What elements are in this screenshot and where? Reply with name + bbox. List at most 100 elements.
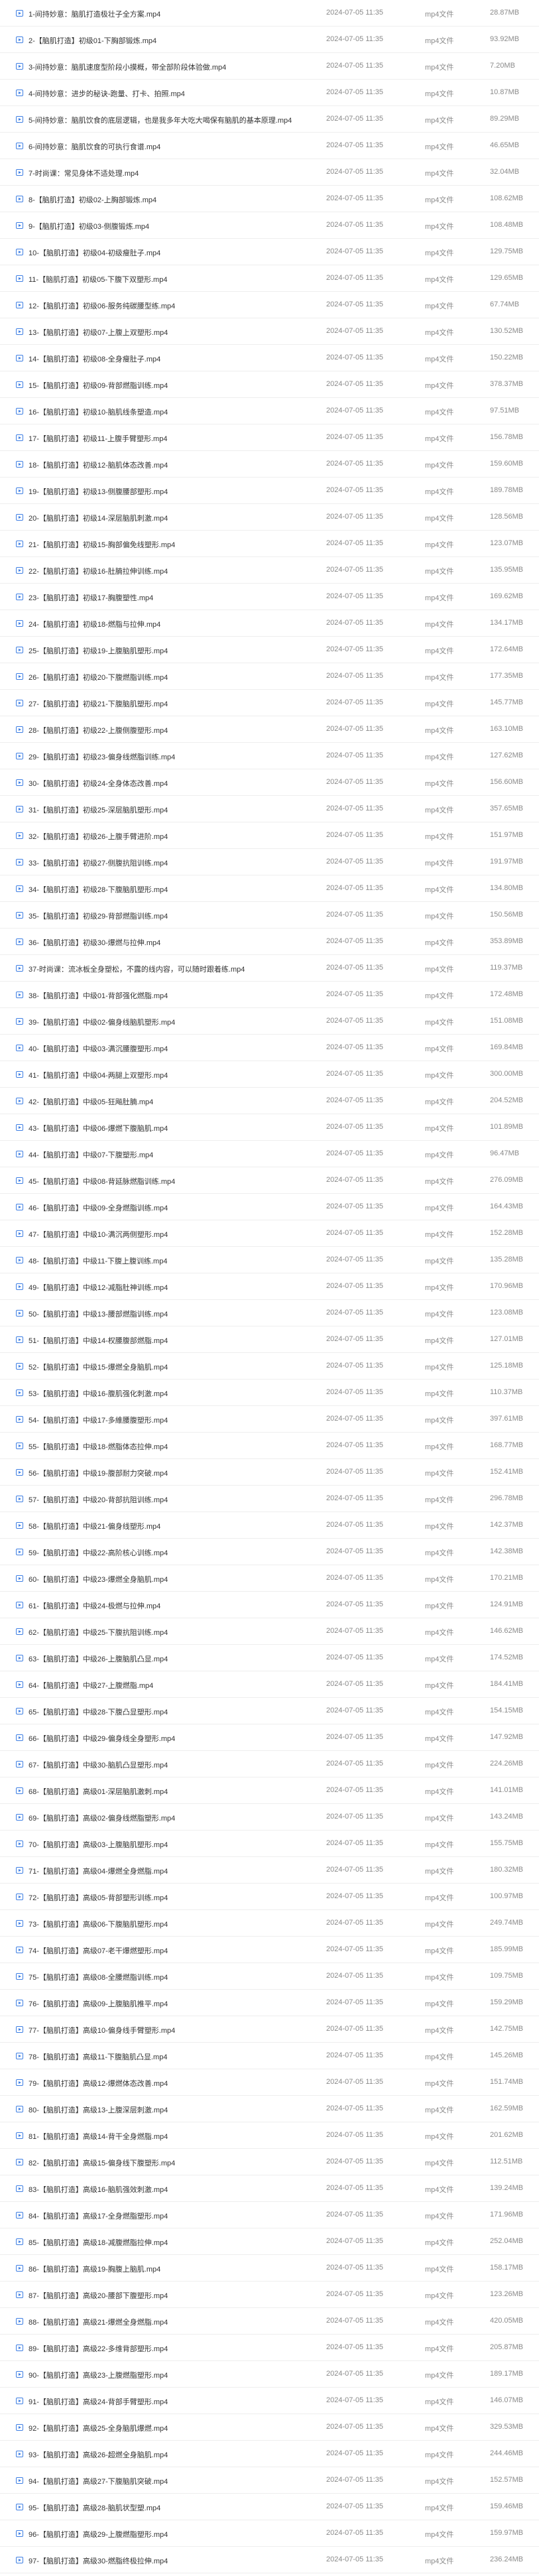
file-name-link[interactable]: 79-【脑肌打造】高级12-爆燃体态改善.mp4 (29, 2078, 320, 2089)
file-name-link[interactable]: 66-【脑肌打造】中级29-偏身线全身塑形.mp4 (29, 1733, 320, 1744)
file-name-link[interactable]: 48-【脑肌打造】中级11-下腹上腹训练.mp4 (29, 1256, 320, 1266)
file-row[interactable]: 53-【脑肌打造】中级16-腹肌强化刺激.mp4 2024-07-05 11:35… (0, 1380, 539, 1406)
file-name-link[interactable]: 53-【脑肌打造】中级16-腹肌强化刺激.mp4 (29, 1388, 320, 1399)
file-row[interactable]: 16-【脑肌打造】初级10-脑肌线条塑造.mp4 2024-07-05 11:35… (0, 398, 539, 424)
file-row[interactable]: 65-【脑肌打造】中级28-下腹凸显塑形.mp4 2024-07-05 11:35… (0, 1698, 539, 1724)
file-row[interactable]: 79-【脑肌打造】高级12-爆燃体态改善.mp4 2024-07-05 11:35… (0, 2069, 539, 2096)
file-row[interactable]: 5-间持妙意：脑肌饮食的底层逻辑，也是我多年大吃大喝保有脑肌的基本原理.mp4 2… (0, 106, 539, 133)
file-row[interactable]: 56-【脑肌打造】中级19-腹部耐力突破.mp4 2024-07-05 11:35… (0, 1459, 539, 1486)
file-row[interactable]: 14-【脑肌打造】初级08-全身瘦肚子.mp4 2024-07-05 11:35 m… (0, 345, 539, 371)
file-row[interactable]: 13-【脑肌打造】初级07-上腹上双塑形.mp4 2024-07-05 11:35… (0, 318, 539, 345)
file-row[interactable]: 72-【脑肌打造】高级05-背部塑形训练.mp4 2024-07-05 11:35… (0, 1884, 539, 1910)
file-name-link[interactable]: 56-【脑肌打造】中级19-腹部耐力突破.mp4 (29, 1468, 320, 1478)
file-name-link[interactable]: 22-【脑肌打造】初级16-肚腩拉伸训练.mp4 (29, 566, 320, 576)
file-row[interactable]: 50-【脑肌打造】中级13-腰部燃脂训练.mp4 2024-07-05 11:35… (0, 1300, 539, 1326)
file-name-link[interactable]: 52-【脑肌打造】中级15-爆燃全身脑肌.mp4 (29, 1362, 320, 1372)
file-name-link[interactable]: 34-【脑肌打造】初级28-下腹脑肌塑形.mp4 (29, 884, 320, 895)
file-name-link[interactable]: 30-【脑肌打造】初级24-全身体态改善.mp4 (29, 778, 320, 789)
file-row[interactable]: 10-【脑肌打造】初级04-初级瘦肚子.mp4 2024-07-05 11:35 m… (0, 239, 539, 265)
file-row[interactable]: 33-【脑肌打造】初级27-侧腹抗阻训练.mp4 2024-07-05 11:35… (0, 849, 539, 875)
file-name-link[interactable]: 45-【脑肌打造】中级08-背延脉燃脂训练.mp4 (29, 1176, 320, 1187)
file-name-link[interactable]: 64-【脑肌打造】中级27-上腹燃脂.mp4 (29, 1680, 320, 1691)
file-name-link[interactable]: 51-【脑肌打造】中级14-权腰腹部燃脂.mp4 (29, 1335, 320, 1346)
file-row[interactable]: 18-【脑肌打造】初级12-脑肌体态改善.mp4 2024-07-05 11:35… (0, 451, 539, 478)
file-name-link[interactable]: 61-【脑肌打造】中级24-极燃与拉伸.mp4 (29, 1600, 320, 1611)
file-row[interactable]: 55-【脑肌打造】中级18-燃脂体态拉伸.mp4 2024-07-05 11:35… (0, 1433, 539, 1459)
file-name-link[interactable]: 42-【脑肌打造】中级05-狂飚肚腩.mp4 (29, 1096, 320, 1107)
file-name-link[interactable]: 29-【脑肌打造】初级23-偏身线燃脂训练.mp4 (29, 751, 320, 762)
file-row[interactable]: 17-【脑肌打造】初级11-上腹手臂塑形.mp4 2024-07-05 11:35… (0, 424, 539, 451)
file-name-link[interactable]: 78-【脑肌打造】高级11-下腹脑肌凸显.mp4 (29, 2051, 320, 2062)
file-name-link[interactable]: 80-【脑肌打造】高级13-上腹深层刺激.mp4 (29, 2104, 320, 2115)
file-name-link[interactable]: 39-【脑肌打造】中级02-偏身线脑肌塑形.mp4 (29, 1017, 320, 1027)
file-row[interactable]: 34-【脑肌打造】初级28-下腹脑肌塑形.mp4 2024-07-05 11:35… (0, 875, 539, 902)
file-row[interactable]: 94-【脑肌打造】高级27-下腹脑肌突破.mp4 2024-07-05 11:35… (0, 2467, 539, 2494)
file-row[interactable]: 90-【脑肌打造】高级23-上腹燃脂塑形.mp4 2024-07-05 11:35… (0, 2361, 539, 2388)
file-name-link[interactable]: 46-【脑肌打造】中级09-全身燃脂训练.mp4 (29, 1202, 320, 1213)
file-row[interactable]: 43-【脑肌打造】中级06-爆燃下腹脑肌.mp4 2024-07-05 11:35… (0, 1114, 539, 1141)
file-row[interactable]: 61-【脑肌打造】中级24-极燃与拉伸.mp4 2024-07-05 11:35 m… (0, 1592, 539, 1618)
file-row[interactable]: 80-【脑肌打造】高级13-上腹深层刺激.mp4 2024-07-05 11:35… (0, 2096, 539, 2122)
file-row[interactable]: 37-时尚课：流冰板全身塑松，不露的线内容，可以随时跟着练.mp4 2024-07… (0, 955, 539, 982)
file-name-link[interactable]: 91-【脑肌打造】高级24-背部手臂塑形.mp4 (29, 2396, 320, 2407)
file-name-link[interactable]: 57-【脑肌打造】中级20-背部抗阻训练.mp4 (29, 1494, 320, 1505)
file-name-link[interactable]: 35-【脑肌打造】初级29-背部燃脂训练.mp4 (29, 911, 320, 921)
file-row[interactable]: 74-【脑肌打造】高级07-老干爆燃塑形.mp4 2024-07-05 11:35… (0, 1937, 539, 1963)
file-row[interactable]: 78-【脑肌打造】高级11-下腹脑肌凸显.mp4 2024-07-05 11:35… (0, 2043, 539, 2069)
file-row[interactable]: 66-【脑肌打造】中级29-偏身线全身塑形.mp4 2024-07-05 11:3… (0, 1724, 539, 1751)
file-name-link[interactable]: 58-【脑肌打造】中级21-偏身线塑形.mp4 (29, 1521, 320, 1531)
file-row[interactable]: 31-【脑肌打造】初级25-深层脑肌塑形.mp4 2024-07-05 11:35… (0, 796, 539, 822)
file-row[interactable]: 62-【脑肌打造】中级25-下腹抗阻训练.mp4 2024-07-05 11:35… (0, 1618, 539, 1645)
file-name-link[interactable]: 87-【脑肌打造】高级20-腰部下腹塑形.mp4 (29, 2290, 320, 2301)
file-row[interactable]: 25-【脑肌打造】初级19-上腹脑肌塑形.mp4 2024-07-05 11:35… (0, 637, 539, 663)
file-row[interactable]: 93-【脑肌打造】高级26-超燃全身脑肌.mp4 2024-07-05 11:35… (0, 2441, 539, 2467)
file-row[interactable]: 1-间持妙意：脑肌打造极壮子全方案.mp4 2024-07-05 11:35 mp4… (0, 0, 539, 27)
file-row[interactable]: 41-【脑肌打造】中级04-两腿上双塑形.mp4 2024-07-05 11:35… (0, 1061, 539, 1088)
file-name-link[interactable]: 15-【脑肌打造】初级09-背部燃脂训练.mp4 (29, 380, 320, 391)
file-row[interactable]: 68-【脑肌打造】高级01-深层脑肌激刺.mp4 2024-07-05 11:35… (0, 1777, 539, 1804)
file-row[interactable]: 63-【脑肌打造】中级26-上腹脑肌凸显.mp4 2024-07-05 11:35… (0, 1645, 539, 1671)
file-name-link[interactable]: 82-【脑肌打造】高级15-偏身线下腹塑形.mp4 (29, 2157, 320, 2168)
file-row[interactable]: 45-【脑肌打造】中级08-背延脉燃脂训练.mp4 2024-07-05 11:3… (0, 1167, 539, 1194)
file-name-link[interactable]: 92-【脑肌打造】高级25-全身脑肌爆燃.mp4 (29, 2423, 320, 2433)
file-name-link[interactable]: 26-【脑肌打造】初级20-下腹燃脂训练.mp4 (29, 672, 320, 682)
file-row[interactable]: 59-【脑肌打造】中级22-高阶核心训练.mp4 2024-07-05 11:35… (0, 1539, 539, 1565)
file-name-link[interactable]: 43-【脑肌打造】中级06-爆燃下腹脑肌.mp4 (29, 1123, 320, 1133)
file-name-link[interactable]: 70-【脑肌打造】高级03-上腹脑肌塑形.mp4 (29, 1839, 320, 1850)
file-row[interactable]: 91-【脑肌打造】高级24-背部手臂塑形.mp4 2024-07-05 11:35… (0, 2388, 539, 2414)
file-name-link[interactable]: 11-【脑肌打造】初级05-下腹下双塑形.mp4 (29, 274, 320, 285)
file-row[interactable]: 57-【脑肌打造】中级20-背部抗阻训练.mp4 2024-07-05 11:35… (0, 1486, 539, 1512)
file-row[interactable]: 4-间持妙意：进步的秘诀-跑量、打卡、拍照.mp4 2024-07-05 11:3… (0, 80, 539, 106)
file-name-link[interactable]: 12-【脑肌打造】初级06-服务纯碳腰型练.mp4 (29, 300, 320, 311)
file-name-link[interactable]: 95-【脑肌打造】高级28-脑肌状型塑.mp4 (29, 2502, 320, 2513)
file-name-link[interactable]: 13-【脑肌打造】初级07-上腹上双塑形.mp4 (29, 327, 320, 338)
file-name-link[interactable]: 97-【脑肌打造】高级30-燃脂终极拉伸.mp4 (29, 2555, 320, 2566)
file-name-link[interactable]: 76-【脑肌打造】高级09-上腹脑肌推平.mp4 (29, 1998, 320, 2009)
file-name-link[interactable]: 36-【脑肌打造】初级30-爆燃与拉伸.mp4 (29, 937, 320, 948)
file-row[interactable]: 49-【脑肌打造】中级12-减脂肚神训练.mp4 2024-07-05 11:35… (0, 1273, 539, 1300)
file-name-link[interactable]: 50-【脑肌打造】中级13-腰部燃脂训练.mp4 (29, 1309, 320, 1319)
file-row[interactable]: 84-【脑肌打造】高级17-全身燃脂塑形.mp4 2024-07-05 11:35… (0, 2202, 539, 2228)
file-name-link[interactable]: 6-间持妙意：脑肌饮食的可执行食谱.mp4 (29, 141, 320, 152)
file-name-link[interactable]: 84-【脑肌打造】高级17-全身燃脂塑形.mp4 (29, 2211, 320, 2221)
file-name-link[interactable]: 8-【脑肌打造】初级02-上胸部锻炼.mp4 (29, 194, 320, 205)
file-name-link[interactable]: 72-【脑肌打造】高级05-背部塑形训练.mp4 (29, 1892, 320, 1903)
file-row[interactable]: 70-【脑肌打造】高级03-上腹脑肌塑形.mp4 2024-07-05 11:35… (0, 1831, 539, 1857)
file-row[interactable]: 96-【脑肌打造】高级29-上腹燃脂塑形.mp4 2024-07-05 11:35… (0, 2520, 539, 2547)
file-name-link[interactable]: 54-【脑肌打造】中级17-多維腰腹塑形.mp4 (29, 1415, 320, 1425)
file-name-link[interactable]: 21-【脑肌打造】初级15-胸部偏免线塑形.mp4 (29, 539, 320, 550)
file-row[interactable]: 39-【脑肌打造】中级02-偏身线脑肌塑形.mp4 2024-07-05 11:3… (0, 1008, 539, 1035)
file-row[interactable]: 67-【脑肌打造】中级30-脑肌凸显塑形.mp4 2024-07-05 11:35… (0, 1751, 539, 1777)
file-name-link[interactable]: 47-【脑肌打造】中级10-满沉两侧塑形.mp4 (29, 1229, 320, 1240)
file-name-link[interactable]: 65-【脑肌打造】中级28-下腹凸显塑形.mp4 (29, 1707, 320, 1717)
file-name-link[interactable]: 77-【脑肌打造】高级10-偏身线手臂塑形.mp4 (29, 2025, 320, 2035)
file-row[interactable]: 77-【脑肌打造】高级10-偏身线手臂塑形.mp4 2024-07-05 11:3… (0, 2016, 539, 2043)
file-row[interactable]: 52-【脑肌打造】中级15-爆燃全身脑肌.mp4 2024-07-05 11:35… (0, 1353, 539, 1380)
file-row[interactable]: 89-【脑肌打造】高级22-多维背部塑形.mp4 2024-07-05 11:35… (0, 2335, 539, 2361)
file-row[interactable]: 48-【脑肌打造】中级11-下腹上腹训练.mp4 2024-07-05 11:35… (0, 1247, 539, 1273)
file-name-link[interactable]: 67-【脑肌打造】中级30-脑肌凸显塑形.mp4 (29, 1760, 320, 1770)
file-row[interactable]: 88-【脑肌打造】高级21-爆燃全身燃脂.mp4 2024-07-05 11:35… (0, 2308, 539, 2335)
file-name-link[interactable]: 44-【脑肌打造】中级07-下腹塑形.mp4 (29, 1149, 320, 1160)
file-row[interactable]: 95-【脑肌打造】高级28-脑肌状型塑.mp4 2024-07-05 11:35 m… (0, 2494, 539, 2520)
file-row[interactable]: 8-【脑肌打造】初级02-上胸部锻炼.mp4 2024-07-05 11:35 mp… (0, 186, 539, 212)
